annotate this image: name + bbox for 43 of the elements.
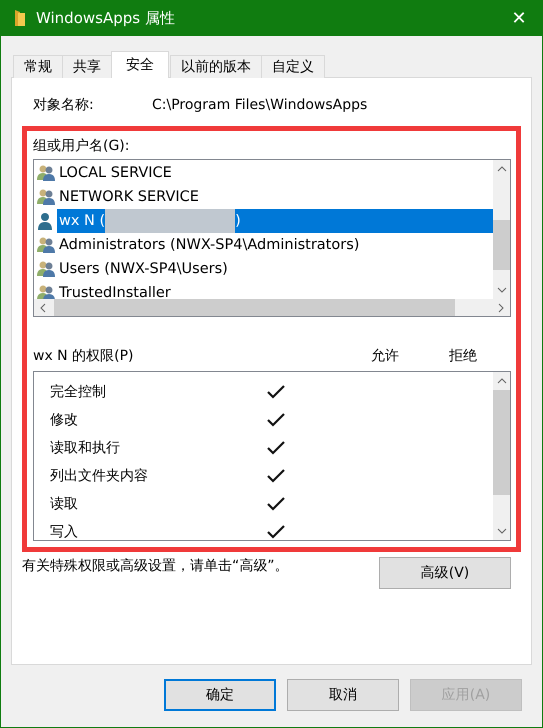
user-icon <box>37 212 55 230</box>
users-icon <box>37 236 55 254</box>
users-icon <box>37 164 55 182</box>
permission-name: 列出文件夹内容 <box>50 467 149 485</box>
tab[interactable]: 共享 <box>62 55 112 78</box>
dialog-button[interactable]: 取消 <box>287 679 399 711</box>
folder-icon <box>14 9 26 27</box>
permission-name: 读取和执行 <box>50 439 121 457</box>
tab[interactable]: 自定义 <box>261 55 325 78</box>
scroll-up-icon[interactable] <box>496 166 506 172</box>
vertical-scrollbar[interactable] <box>493 372 510 540</box>
advanced-button[interactable]: 高级(V) <box>379 557 511 589</box>
horizontal-scrollbar[interactable] <box>34 299 510 316</box>
groups-label: 组或用户名(G): <box>33 137 130 155</box>
permission-name: 写入 <box>50 523 79 540</box>
user-item[interactable]: LOCAL SERVICE <box>34 161 493 185</box>
scroll-down-icon[interactable] <box>496 528 506 534</box>
permission-name: 完全控制 <box>50 383 107 401</box>
advanced-hint: 有关特殊权限或高级设置，请单击“高级”。 <box>22 557 289 575</box>
tab[interactable]: 安全 <box>111 51 169 78</box>
close-button[interactable]: ✕ <box>496 0 542 36</box>
users-icon <box>37 188 55 206</box>
user-list[interactable]: LOCAL SERVICE NETWORK SERVICE wx N ( ) Administrators (NWX-SP4\Administrators) Users (NWX-SP4\Users) TrustedInstaller <box>33 159 511 317</box>
tab[interactable]: 常规 <box>13 55 63 78</box>
users-icon <box>37 260 55 278</box>
allow-header: 允许 <box>371 347 400 365</box>
scroll-down-icon[interactable] <box>496 287 506 293</box>
permission-name: 读取 <box>50 495 79 513</box>
user-item[interactable]: Administrators (NWX-SP4\Administrators) <box>34 233 493 257</box>
user-item[interactable]: NETWORK SERVICE <box>34 185 493 209</box>
user-item[interactable]: Users (NWX-SP4\Users) <box>34 257 493 281</box>
permission-name: 修改 <box>50 411 79 429</box>
permissions-label: wx N 的权限(P) <box>33 347 134 365</box>
object-path: C:\Program Files\WindowsApps <box>152 97 368 113</box>
scroll-right-icon[interactable] <box>498 302 504 312</box>
vertical-scrollbar[interactable] <box>493 160 510 299</box>
scroll-up-icon[interactable] <box>496 378 506 384</box>
window-title: WindowsApps 属性 <box>36 8 176 28</box>
scroll-left-icon[interactable] <box>40 302 46 312</box>
tab[interactable]: 以前的版本 <box>170 55 262 78</box>
object-name-label: 对象名称: <box>33 96 95 114</box>
dialog-button[interactable]: 确定 <box>164 679 276 711</box>
deny-header: 拒绝 <box>449 347 478 365</box>
